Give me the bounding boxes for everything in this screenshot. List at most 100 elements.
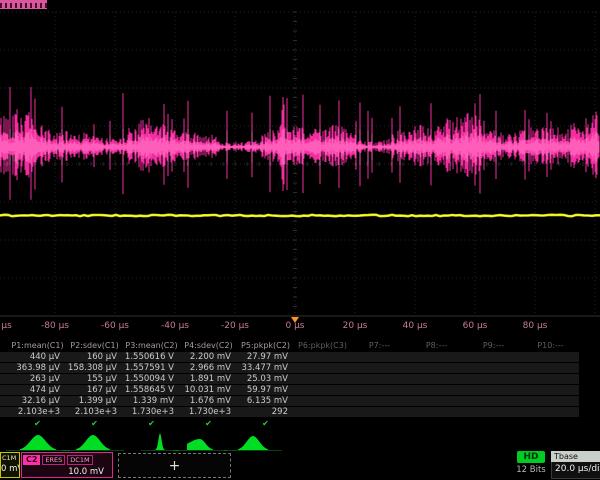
param-min-p3: 1.550094 V [123,374,180,385]
param-max-p8 [408,385,465,396]
param-num-p6 [294,407,351,418]
param-header-p6[interactable]: P6:pkpk(C3) [294,340,351,352]
param-header-p8[interactable]: P8:--- [408,340,465,352]
param-num-p3: 1.730e+3 [123,407,180,418]
param-value-p6 [294,352,351,363]
channel-c1-descriptor[interactable]: C1M 0 mV [0,452,20,478]
param-mean-p8 [408,363,465,374]
param-value-p2: 160 µV [66,352,123,363]
param-num-p9 [465,407,522,418]
time-axis-label: -20 µs [221,321,249,331]
param-status-p9 [465,418,522,429]
time-axis: -100 µs-80 µs-60 µs-40 µs-20 µs0 µs20 µs… [0,317,600,333]
param-status-p7 [351,418,408,429]
table-spacer [0,418,9,429]
param-mean-p1: 363.98 µV [9,363,66,374]
param-header-p9[interactable]: P9:--- [465,340,522,352]
param-mean-p10 [522,363,579,374]
table-spacer [0,396,9,407]
histicon [238,436,268,450]
param-sdev-p2: 1.399 µV [66,396,123,407]
measurement-table: P1:mean(C1)P2:sdev(C1)P3:mean(C2)P4:sdev… [0,340,600,429]
param-max-p10 [522,385,579,396]
param-max-p4: 10.031 mV [180,385,237,396]
param-header-p2[interactable]: P2:sdev(C1) [66,340,123,352]
param-num-p5: 292 [237,407,294,418]
param-value-p3: 1.550616 V [123,352,180,363]
time-axis-label: 40 µs [403,321,428,331]
table-spacer [0,363,9,374]
param-header-p5[interactable]: P5:pkpk(C2) [237,340,294,352]
histicon [20,435,56,450]
table-spacer [0,352,9,363]
c2-eres-tag: ERES [42,455,65,465]
param-status-p10 [522,418,579,429]
param-sdev-p4: 1.676 mV [180,396,237,407]
hd-bits-label: 12 Bits [509,465,553,475]
param-min-p8 [408,374,465,385]
table-spacer [0,374,9,385]
param-num-p1: 2.103e+3 [9,407,66,418]
time-axis-label: -100 µs [0,321,12,331]
timebase-scale-value: 20.0 µs/div [551,462,600,479]
param-header-p4[interactable]: P4:sdev(C2) [180,340,237,352]
histicon [76,435,110,450]
c1-scale-value: 0 mV [1,463,19,475]
time-axis-label: -60 µs [101,321,129,331]
param-sdev-p7 [351,396,408,407]
param-status-p8 [408,418,465,429]
param-sdev-p6 [294,396,351,407]
c2-scale-value: 10.0 mV [22,466,112,478]
param-sdev-p5: 6.135 mV [237,396,294,407]
c2-coupling-tag: DC1M [67,455,92,465]
trigger-position-marker[interactable] [291,317,299,323]
param-value-p7 [351,352,408,363]
param-min-p9 [465,374,522,385]
param-mean-p7 [351,363,408,374]
param-value-p5: 27.97 mV [237,352,294,363]
param-max-p7 [351,385,408,396]
param-sdev-p10 [522,396,579,407]
param-num-p2: 2.103e+3 [66,407,123,418]
param-max-p3: 1.558645 V [123,385,180,396]
param-mean-p9 [465,363,522,374]
add-trace-button[interactable]: + [118,453,231,478]
trace-label-tag [0,0,47,9]
param-status-p1: ✔ [9,418,66,429]
histicon [155,433,165,450]
param-mean-p2: 158.308 µV [66,363,123,374]
param-max-p6 [294,385,351,396]
param-value-p8 [408,352,465,363]
param-value-p1: 440 µV [9,352,66,363]
param-header-p7[interactable]: P7:--- [351,340,408,352]
param-status-p6 [294,418,351,429]
param-min-p5: 25.03 mV [237,374,294,385]
param-sdev-p9 [465,396,522,407]
param-header-p1[interactable]: P1:mean(C1) [9,340,66,352]
histicon [187,439,213,450]
time-axis-label: 60 µs [463,321,488,331]
c2-badge: C2 [23,455,40,465]
time-axis-label: 20 µs [343,321,368,331]
param-min-p4: 1.891 mV [180,374,237,385]
c1-coupling-tag: C1M [1,453,19,463]
param-min-p6 [294,374,351,385]
param-num-p7 [351,407,408,418]
param-status-p5: ✔ [237,418,294,429]
param-max-p2: 167 µV [66,385,123,396]
plus-icon: + [169,458,181,474]
param-status-p2: ✔ [66,418,123,429]
param-max-p5: 59.97 mV [237,385,294,396]
param-sdev-p1: 32.16 µV [9,396,66,407]
param-max-p1: 474 µV [9,385,66,396]
param-num-p8 [408,407,465,418]
hd-mode-badge[interactable]: HD [517,451,545,463]
timebase-descriptor[interactable]: Tbase 20.0 µs/div [551,451,600,479]
channel-c2-descriptor[interactable]: C2 ERES DC1M 10.0 mV [21,452,113,478]
param-header-p10[interactable]: P10:--- [522,340,579,352]
param-max-p9 [465,385,522,396]
param-sdev-p3: 1.339 mV [123,396,180,407]
param-header-p3[interactable]: P3:mean(C2) [123,340,180,352]
oscilloscope-screen: -100 µs-80 µs-60 µs-40 µs-20 µs0 µs20 µs… [0,0,600,480]
time-axis-label: -40 µs [161,321,189,331]
